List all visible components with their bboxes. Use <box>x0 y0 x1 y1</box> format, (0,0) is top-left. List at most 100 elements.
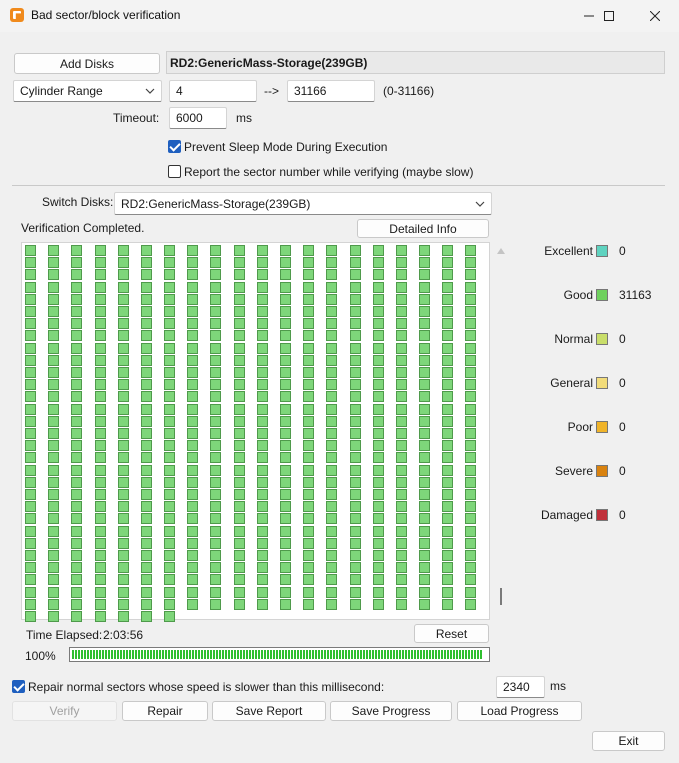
sector-block <box>326 379 338 391</box>
range-mode-select[interactable]: Cylinder Range <box>13 80 162 102</box>
repair-threshold-checkbox[interactable] <box>12 680 25 693</box>
sector-block <box>372 586 384 598</box>
sector-block <box>395 489 407 500</box>
sector-block <box>465 318 477 330</box>
sector-block <box>210 281 222 293</box>
legend-swatch-damaged <box>596 509 608 521</box>
sector-block <box>48 318 60 330</box>
sector-block <box>465 574 477 586</box>
scrollbar-thumb[interactable] <box>500 588 502 605</box>
sector-block <box>279 354 291 366</box>
sector-block <box>303 452 315 464</box>
progress-segment <box>228 650 230 659</box>
progress-segment <box>345 650 347 659</box>
reset-button[interactable]: Reset <box>414 624 489 643</box>
sector-block <box>233 525 245 537</box>
progress-segment <box>99 650 101 659</box>
repair-threshold-input[interactable]: 2340 <box>496 676 545 698</box>
sector-block <box>71 403 83 415</box>
sector-block <box>372 513 384 525</box>
sector-block <box>303 476 315 488</box>
sector-block <box>140 379 152 391</box>
repair-button[interactable]: Repair <box>122 701 208 721</box>
sector-block <box>442 257 454 269</box>
sector-block <box>140 257 152 269</box>
sector-block <box>164 428 176 439</box>
sector-block <box>117 489 129 500</box>
progress-segment <box>324 650 326 659</box>
maximize-button[interactable] <box>591 4 627 28</box>
prevent-sleep-label: Prevent Sleep Mode During Execution <box>184 140 388 154</box>
sector-block <box>372 574 384 586</box>
sector-block <box>349 550 361 561</box>
sector-block <box>187 306 199 317</box>
verify-button[interactable]: Verify <box>12 701 117 721</box>
timeout-input[interactable]: 6000 <box>169 107 227 129</box>
sector-block <box>372 525 384 537</box>
sector-block <box>117 428 129 439</box>
sector-block <box>419 330 431 342</box>
range-end-input[interactable]: 31166 <box>287 80 375 102</box>
sector-block <box>48 245 60 256</box>
sector-block <box>94 550 106 561</box>
maximize-icon <box>604 11 614 21</box>
sector-block <box>442 269 454 281</box>
sector-block <box>94 293 106 305</box>
sector-block <box>279 245 291 256</box>
sector-block <box>372 476 384 488</box>
switch-disks-select[interactable]: RD2:GenericMass-Storage(239GB) <box>114 192 492 215</box>
sector-block <box>465 330 477 342</box>
legend-count-excellent: 0 <box>619 244 626 258</box>
sector-block <box>187 367 199 378</box>
detailed-info-button[interactable]: Detailed Info <box>357 219 489 238</box>
progress-segment <box>348 650 350 659</box>
save-report-button[interactable]: Save Report <box>212 701 326 721</box>
sector-block <box>140 354 152 366</box>
sector-block <box>233 342 245 354</box>
sector-block <box>140 476 152 488</box>
sector-block <box>395 598 407 610</box>
sector-block <box>48 342 60 354</box>
sector-map-scrollbar[interactable] <box>495 242 507 620</box>
legend-count-good: 31163 <box>619 288 652 302</box>
sector-block <box>395 293 407 305</box>
sector-block <box>372 562 384 574</box>
sector-block <box>349 281 361 293</box>
sector-block <box>395 464 407 476</box>
close-window-button[interactable] <box>637 4 673 28</box>
sector-block <box>442 403 454 415</box>
sector-block <box>25 257 36 269</box>
sector-block <box>326 525 338 537</box>
sector-block <box>187 598 199 610</box>
switch-disks-label: Switch Disks: <box>42 195 114 209</box>
sector-block <box>117 293 129 305</box>
sector-block <box>233 367 245 378</box>
load-progress-button[interactable]: Load Progress <box>457 701 582 721</box>
sector-block <box>164 550 176 561</box>
sector-block <box>71 367 83 378</box>
progress-segment <box>399 650 401 659</box>
sector-block <box>164 379 176 391</box>
sector-block <box>187 428 199 439</box>
progress-segment <box>426 650 428 659</box>
sector-block <box>25 330 36 342</box>
sector-block <box>48 586 60 598</box>
add-disks-button[interactable]: Add Disks <box>14 53 160 74</box>
report-sector-checkbox[interactable] <box>168 165 181 178</box>
sector-block <box>140 428 152 439</box>
sector-block <box>419 281 431 293</box>
sector-block <box>279 586 291 598</box>
sector-block <box>117 415 129 427</box>
sector-block <box>71 257 83 269</box>
sector-block <box>117 269 129 281</box>
progress-segment <box>159 650 161 659</box>
progress-segment <box>93 650 95 659</box>
exit-button[interactable]: Exit <box>592 731 665 751</box>
sector-block <box>210 257 222 269</box>
prevent-sleep-checkbox[interactable] <box>168 140 181 153</box>
sector-block <box>140 562 152 574</box>
sector-block <box>279 452 291 464</box>
save-progress-button[interactable]: Save Progress <box>330 701 452 721</box>
progress-segment <box>306 650 308 659</box>
range-start-input[interactable]: 4 <box>169 80 257 102</box>
